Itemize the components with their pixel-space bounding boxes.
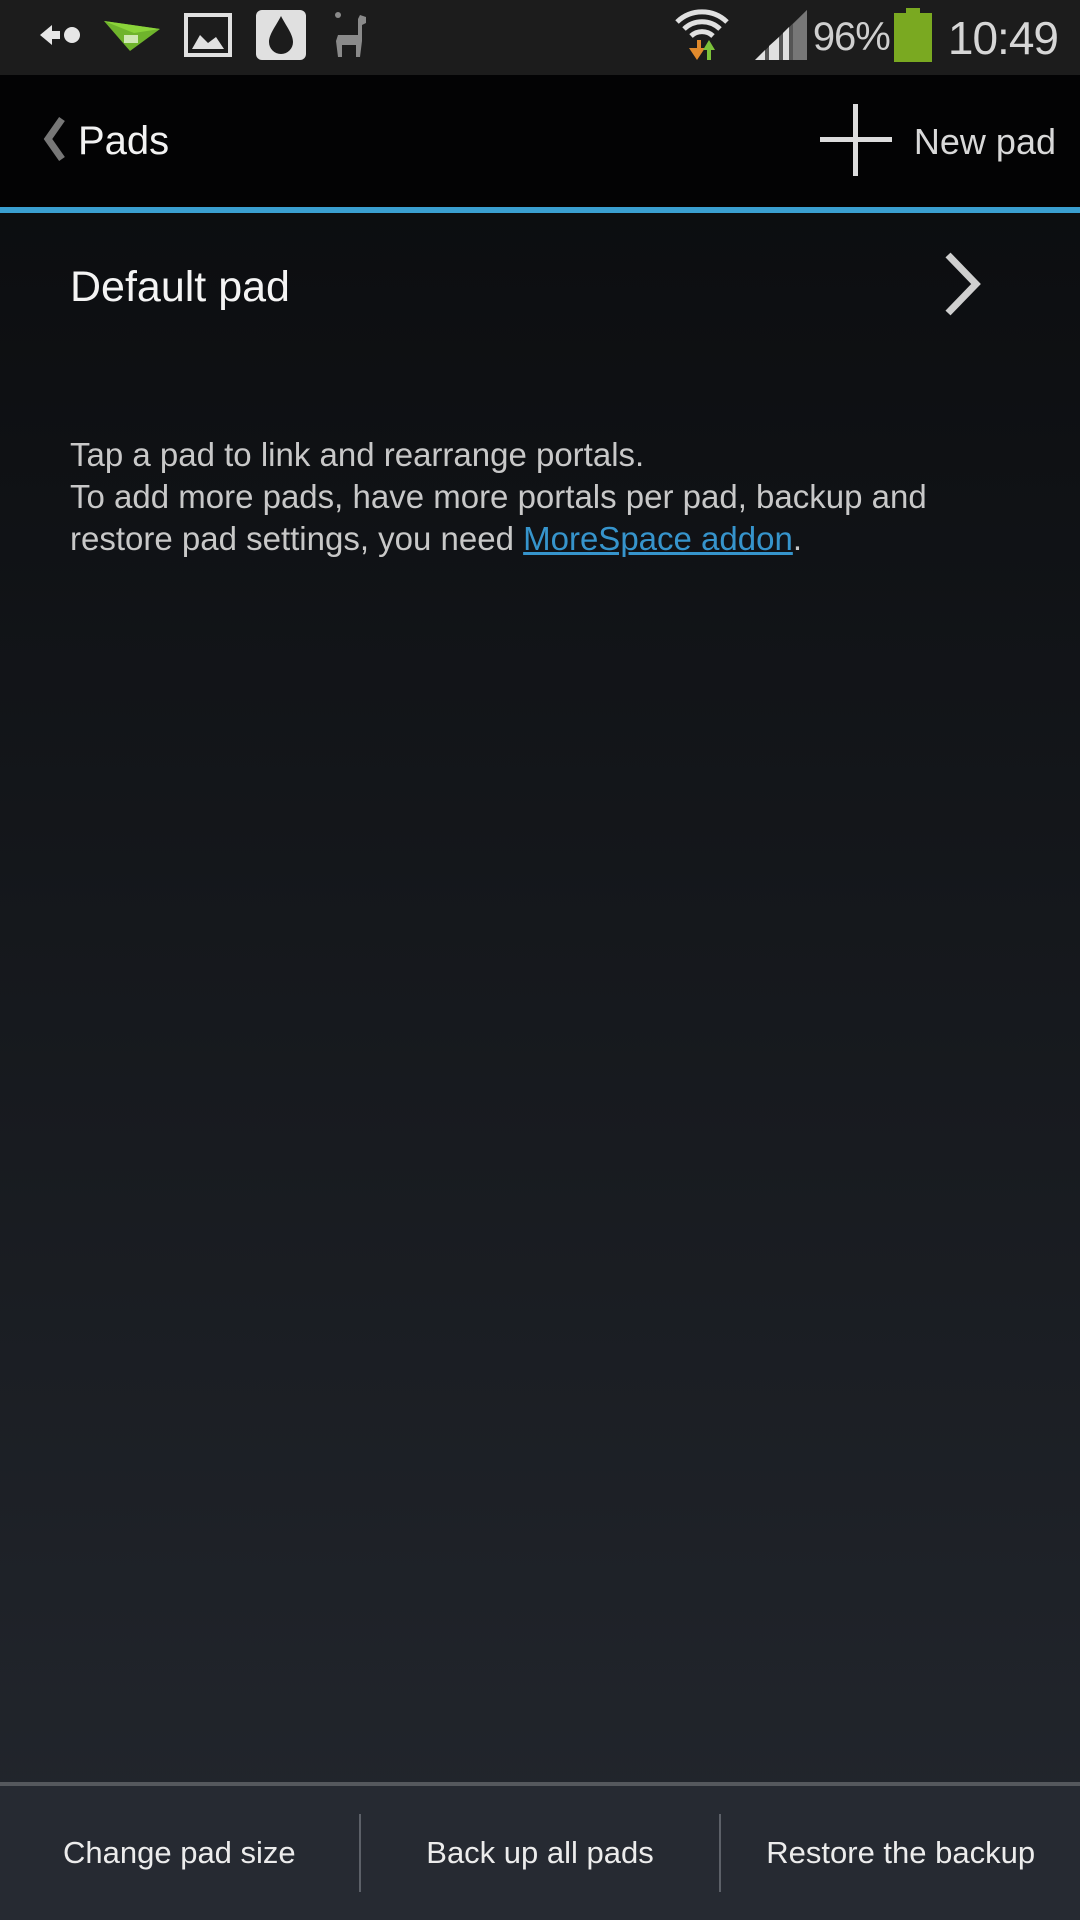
restore-backup-button[interactable]: Restore the backup: [721, 1786, 1080, 1920]
notification-icons: [40, 0, 370, 75]
back-chevron-icon[interactable]: [40, 115, 68, 163]
airdroid-paper-plane-icon: [104, 15, 160, 60]
change-pad-size-button[interactable]: Change pad size: [0, 1786, 359, 1920]
signal-icon: [754, 10, 807, 65]
pad-name: Default pad: [70, 263, 290, 311]
call-forward-icon: [40, 23, 80, 52]
info-line-2: To add more pads, have more portals per …: [70, 476, 1030, 560]
pad-list-item[interactable]: Default pad: [0, 213, 1080, 363]
drop-icon: [256, 10, 306, 65]
battery-icon: [893, 8, 932, 67]
page-title[interactable]: Pads: [78, 119, 169, 164]
status-bar: 96% 10:49: [0, 0, 1080, 75]
bottom-action-bar: Change pad size Back up all pads Restore…: [0, 1782, 1080, 1920]
clock: 10:49: [947, 11, 1059, 64]
wifi-icon: [675, 8, 729, 67]
info-period: .: [792, 520, 802, 557]
gallery-image-icon: [184, 13, 232, 62]
new-pad-button[interactable]: New pad: [819, 75, 1056, 209]
chevron-right-icon: [942, 251, 982, 322]
back-up-all-pads-button[interactable]: Back up all pads: [361, 1786, 720, 1920]
llama-icon: [330, 11, 370, 64]
info-line-1: Tap a pad to link and rearrange portals.: [70, 436, 645, 473]
new-pad-label: New pad: [913, 121, 1056, 162]
plus-icon: [819, 103, 892, 181]
info-text: Tap a pad to link and rearrange portals.…: [70, 434, 1030, 560]
battery-percent: 96%: [812, 15, 891, 59]
action-bar: Pads New pad: [0, 75, 1080, 209]
morespace-addon-link[interactable]: MoreSpace addon: [523, 520, 793, 557]
